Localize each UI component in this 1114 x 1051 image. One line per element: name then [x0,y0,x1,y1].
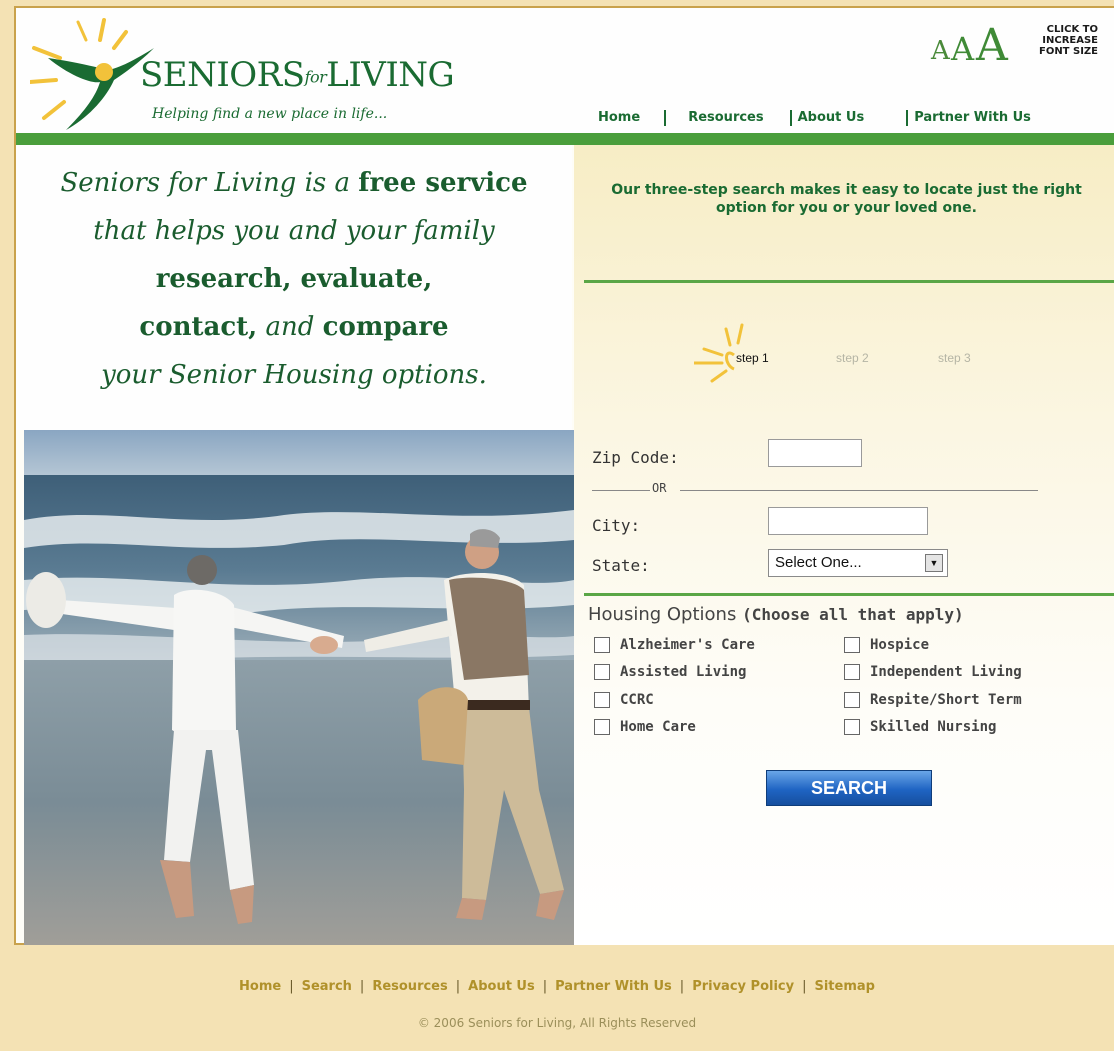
font-size-letter-small: A [931,36,950,66]
option-label: Assisted Living [620,664,747,680]
checkbox[interactable] [594,692,610,708]
step-3-label: step 3 [938,351,971,365]
search-panel: Our three-step search makes it easy to l… [574,145,1114,945]
option-label: Independent Living [870,664,1022,680]
step-1-label: step 1 [736,351,769,365]
option-label: Alzheimer's Care [620,637,755,653]
option-label: Skilled Nursing [870,719,997,735]
checkbox[interactable] [844,692,860,708]
option-label: Hospice [870,637,930,653]
hero-statement: Seniors for Living is a free service tha… [16,145,572,430]
zip-code-label: Zip Code: [592,448,679,467]
option-label: Home Care [620,719,696,735]
housing-options-heading: Housing Options (Choose all that apply) [588,604,964,625]
nav-partner-link[interactable]: Partner With Us [906,110,1043,126]
logo-wordmark[interactable]: SENIORSforLIVING [140,55,455,95]
logo-tagline: Helping find a new place in life... [152,106,388,122]
header-divider [16,133,1114,145]
option-skilled-nursing[interactable]: Skilled Nursing [844,719,996,735]
option-home-care[interactable]: Home Care [594,719,696,735]
city-label: City: [592,516,641,535]
checkbox[interactable] [594,637,610,653]
footer-separator: | [359,979,365,994]
footer-home-link[interactable]: Home [239,979,281,994]
or-line-left [592,490,650,491]
or-line-right [680,490,1038,491]
hero-line-2: that helps you and your family [93,216,495,246]
hero-research-evaluate: research, evaluate, [155,264,433,294]
logo-word-for: for [304,67,327,87]
font-size-letter-medium: A [951,30,975,68]
checkbox[interactable] [844,637,860,653]
city-input[interactable] [768,507,928,535]
step-sun-icon [694,323,744,383]
footer-search-link[interactable]: Search [302,979,352,994]
chevron-down-icon: ▼ [925,554,943,572]
nav-home-link[interactable]: Home [596,110,652,126]
hero-free-service: free service [358,168,528,198]
footer-partner-link[interactable]: Partner With Us [555,979,672,994]
option-label: Respite/Short Term [870,692,1022,708]
hero-contact: contact, [139,312,258,342]
logo-word-seniors: SENIORS [140,55,305,95]
logo-word-living: LIVING [326,55,455,95]
footer-resources-link[interactable]: Resources [372,979,447,994]
font-size-letter-large: A [976,20,1008,71]
option-ccrc[interactable]: CCRC [594,692,654,708]
housing-options-title: Housing Options [588,604,737,625]
or-divider-text: OR [652,481,667,495]
footer-navigation: Home | Search | Resources | About Us | Partner W… [0,979,1114,994]
footer-about-link[interactable]: About Us [468,979,535,994]
hero-line-4: contact, and compare [16,303,572,351]
zip-code-input[interactable] [768,439,862,467]
search-divider-bottom [584,593,1114,596]
option-hospice[interactable]: Hospice [844,637,929,653]
housing-options-subtitle: (Choose all that apply) [742,605,964,624]
search-intro-text: Our three-step search makes it easy to l… [611,182,1082,216]
nav-about-link[interactable]: About Us [789,110,877,126]
footer-separator: | [455,979,461,994]
footer-separator: | [802,979,807,994]
increase-font-size-button[interactable]: A A A CLICK TO INCREASE FONT SIZE [931,20,1106,71]
state-label: State: [592,556,650,575]
hero-line-1-text: Seniors for Living is a [60,168,359,198]
option-label: CCRC [620,692,654,708]
hero-line-5: your Senior Housing options. [101,360,487,390]
search-divider-top [584,280,1114,283]
nav-resources-link[interactable]: Resources [664,110,775,126]
footer-separator: | [542,979,548,994]
footer-separator: | [679,979,685,994]
beach-couple-photo [24,430,574,945]
checkbox[interactable] [844,719,860,735]
option-independent-living[interactable]: Independent Living [844,664,1022,680]
increase-font-size-label: CLICK TO INCREASE FONT SIZE [1038,24,1098,57]
page-frame: SENIORSforLIVING Helping find a new plac… [14,6,1114,945]
hero-line-1: Seniors for Living is a free service [16,159,572,207]
option-assisted-living[interactable]: Assisted Living [594,664,746,680]
footer-privacy-link[interactable]: Privacy Policy [692,979,794,994]
footer-sitemap-link[interactable]: Sitemap [814,979,874,994]
state-select-value: Select One... [775,554,862,571]
checkbox[interactable] [844,664,860,680]
top-navigation: Home Resources About Us Partner With Us [596,108,1043,128]
copyright-text: © 2006 Seniors for Living, All Rights Re… [417,1016,697,1030]
search-button[interactable]: SEARCH [766,770,932,806]
hero-line-3: research, evaluate, [16,255,572,303]
footer-separator: | [289,979,294,994]
hero-compare: compare [322,312,449,342]
site-header: SENIORSforLIVING Helping find a new plac… [16,8,1114,133]
checkbox[interactable] [594,719,610,735]
hero-and: and [257,312,323,342]
step-indicator: step 1 step 2 step 3 [694,305,994,385]
state-select[interactable]: Select One... ▼ [768,549,948,577]
checkbox[interactable] [594,664,610,680]
step-2-label: step 2 [836,351,869,365]
option-alzheimers[interactable]: Alzheimer's Care [594,637,755,653]
option-respite[interactable]: Respite/Short Term [844,692,1022,708]
